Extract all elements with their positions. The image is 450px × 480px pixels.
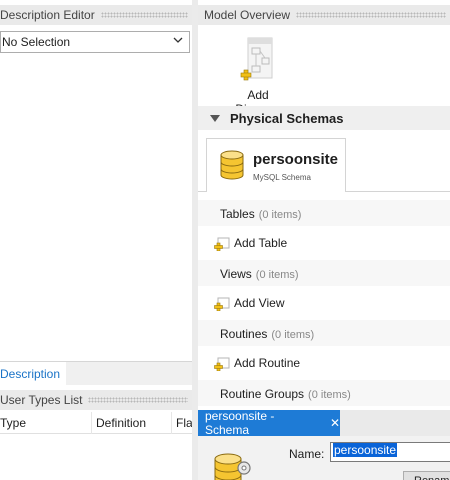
description-editor-header: Description Editor	[0, 5, 192, 25]
column-header-flag[interactable]: Flag	[172, 412, 192, 434]
schema-editor-body: Name: persoonsite Renam	[198, 436, 450, 480]
add-view-button[interactable]: Add View	[198, 288, 450, 316]
database-icon	[220, 150, 244, 180]
section-tables: Tables (0 items)	[198, 200, 450, 226]
close-icon[interactable]: ✕	[330, 416, 340, 430]
schema-name: persoonsite	[253, 151, 339, 168]
add-routine-label: Add Routine	[234, 356, 301, 370]
collapse-triangle-icon[interactable]	[210, 114, 220, 122]
rename-button[interactable]: Renam	[403, 471, 450, 480]
diagram-icon	[240, 37, 273, 81]
physical-schemas-bar[interactable]: Physical Schemas	[198, 106, 450, 130]
section-routines: Routines (0 items)	[198, 320, 450, 346]
section-label: Tables	[220, 207, 255, 221]
model-overview-title: Model Overview	[204, 8, 291, 22]
chevron-down-icon	[173, 37, 183, 43]
header-grip[interactable]	[296, 12, 446, 18]
model-overview-panel: Model Overview Add Diagram Physical Sche…	[198, 0, 450, 480]
add-view-label: Add View	[234, 296, 285, 310]
section-label: Routine Groups	[220, 387, 305, 401]
user-types-title: User Types List	[0, 393, 83, 407]
section-count: (0 items)	[308, 389, 351, 401]
column-header-definition[interactable]: Definition	[92, 412, 172, 434]
add-view-icon	[214, 297, 230, 311]
add-routine-icon	[214, 357, 230, 371]
selection-value: No Selection	[2, 35, 71, 49]
add-table-icon	[214, 237, 230, 251]
add-routine-button[interactable]: Add Routine	[198, 348, 450, 376]
selection-dropdown[interactable]: No Selection	[0, 31, 190, 53]
name-label: Name:	[289, 447, 325, 461]
section-count: (0 items)	[258, 209, 302, 221]
description-tab-strip: Description	[0, 361, 192, 385]
section-views: Views (0 items)	[198, 260, 450, 286]
left-panel: Description Editor No Selection Descript…	[0, 0, 192, 480]
header-grip[interactable]	[100, 12, 188, 18]
tab-persoonsite-schema[interactable]: persoonsite - Schema ✕	[198, 409, 340, 437]
editor-tab-label: persoonsite - Schema	[205, 409, 275, 437]
user-types-table-header: Type Definition Flag	[0, 412, 192, 434]
section-routine-groups: Routine Groups (0 items)	[198, 380, 450, 406]
section-label: Routines	[220, 327, 268, 341]
section-count: (0 items)	[271, 329, 315, 341]
schema-database-icon	[214, 453, 251, 480]
column-header-type[interactable]: Type	[0, 412, 92, 434]
tab-description[interactable]: Description	[0, 362, 66, 385]
model-overview-header: Model Overview	[198, 5, 450, 25]
schema-name-value: persoonsite	[333, 443, 398, 457]
add-table-button[interactable]: Add Table	[198, 228, 450, 256]
header-grip[interactable]	[88, 397, 188, 403]
description-editor-title: Description Editor	[0, 8, 95, 22]
section-count: (0 items)	[255, 269, 299, 281]
tab-description-label: Description	[0, 367, 61, 381]
add-table-label: Add Table	[234, 236, 288, 250]
schema-name-input[interactable]: persoonsite	[330, 442, 450, 462]
editor-tab-bar: persoonsite - Schema ✕	[198, 409, 450, 437]
user-types-header: User Types List	[0, 390, 192, 410]
schema-subtitle: MySQL Schema	[253, 173, 311, 182]
add-diagram-button[interactable]: Add Diagram	[226, 36, 290, 116]
schema-tab-persoonsite[interactable]: persoonsite MySQL Schema	[206, 138, 346, 192]
physical-schemas-title: Physical Schemas	[230, 110, 344, 126]
section-label: Views	[220, 267, 252, 281]
